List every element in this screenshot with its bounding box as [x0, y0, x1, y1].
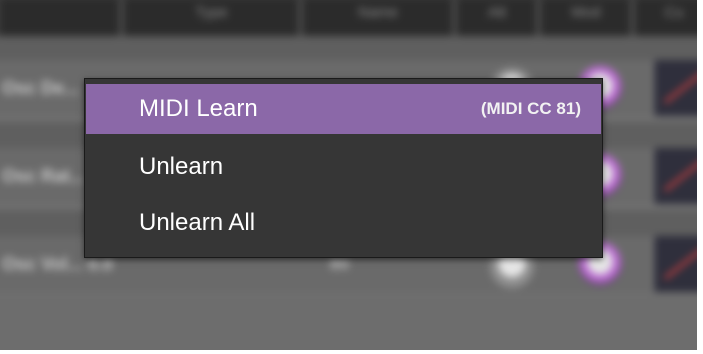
- frame-edge-bottom: [0, 350, 703, 354]
- column-header-att: Att: [457, 0, 539, 36]
- envelope-graph-icon: [652, 148, 703, 204]
- menu-item-label: Unlearn: [139, 153, 224, 180]
- menu-item-unlearn-all[interactable]: Unlearn All: [86, 203, 601, 243]
- menu-item-midi-learn[interactable]: MIDI Learn (MIDI CC 81): [86, 84, 601, 134]
- column-header-mod: Mod: [541, 0, 633, 36]
- menu-item-cc-hint: (MIDI CC 81): [480, 99, 581, 118]
- plugin-window: Type Name Att Mod Cu Osc De... Osc Rat..…: [0, 0, 703, 354]
- column-header-0: [0, 0, 122, 36]
- parameter-row-label: Osc De...: [2, 78, 80, 98]
- menu-item-unlearn[interactable]: Unlearn: [86, 147, 601, 187]
- column-header-cu: Cu: [635, 0, 703, 36]
- menu-item-label: Unlearn All: [139, 209, 256, 236]
- envelope-graph-icon: [652, 236, 703, 292]
- parameter-row-label: Osc Rat...: [2, 166, 86, 186]
- bottom-panel: [0, 295, 703, 354]
- column-header-type: Type: [124, 0, 301, 36]
- context-menu: MIDI Learn (MIDI CC 81) Unlearn Unlearn …: [84, 78, 603, 258]
- menu-item-label: MIDI Learn: [139, 95, 258, 122]
- envelope-graph-icon: [652, 60, 703, 116]
- frame-edge-right: [697, 0, 703, 354]
- column-header-bar: Type Name Att Mod Cu: [0, 0, 703, 36]
- column-header-name: Name: [303, 0, 455, 36]
